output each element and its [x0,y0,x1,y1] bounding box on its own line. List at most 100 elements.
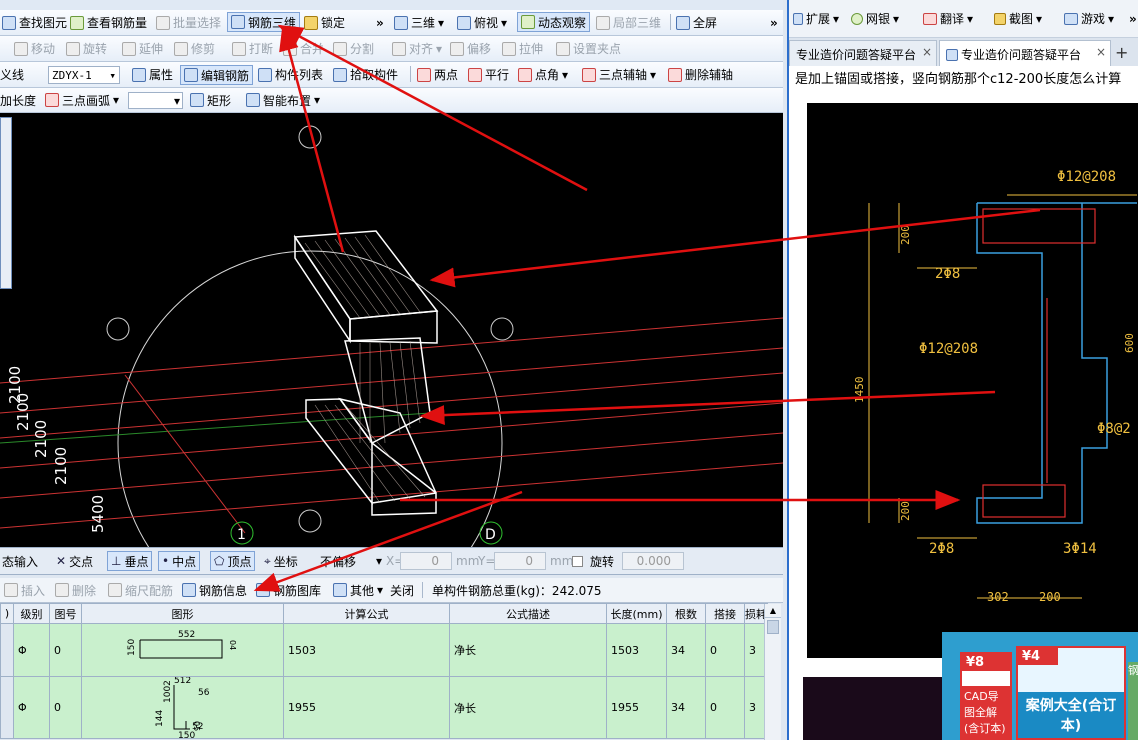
snap-intersection[interactable]: ✕ 交点 [56,548,93,574]
browser-tab-1[interactable]: 专业造价问题答疑平台 × [789,40,937,66]
x-coord-input[interactable]: 0 [400,552,452,570]
parallel-button[interactable]: 平行 [468,62,509,87]
grade-cell[interactable]: Φ [13,676,50,739]
table-scrollbar[interactable]: ▲ [764,604,781,740]
snap-midpoint[interactable]: • 中点 [158,551,201,571]
rotate-button[interactable]: 旋转 [66,36,107,61]
view-rebar-qty-button[interactable]: 查看钢筋量 [70,10,147,35]
rotate-angle-input[interactable]: 0.000 [622,552,684,570]
col-header[interactable]: 公式描述 [449,603,607,624]
three-point-axis-button[interactable]: 三点辅轴 ▾ [582,62,656,87]
dynamic-observe-button[interactable]: 动态观察 [517,12,591,32]
col-header[interactable]: 图形 [81,603,284,624]
set-grip-button[interactable]: 设置夹点 [556,36,621,61]
point-angle-button[interactable]: 点角 ▾ [518,62,568,87]
insert-button[interactable]: 插入 [4,578,45,602]
snap-vertex[interactable]: ⬠ 顶点 [210,551,256,571]
extend-button[interactable]: 延伸 [122,36,163,61]
col-header[interactable]: ) [0,603,14,624]
screenshot-button[interactable]: 截图 ▾ [994,0,1042,37]
table-row[interactable]: Φ 0 552 150 04 1503 净长 1503 34 0 3 [0,623,768,677]
figure-no-cell[interactable]: 0 [49,676,82,739]
length-cell[interactable]: 1503 [606,623,667,677]
toolbar1-end-chevron[interactable]: » [770,10,778,35]
col-header[interactable]: 图号 [49,603,82,624]
move-button[interactable]: 移动 [14,36,55,61]
col-header[interactable]: 计算公式 [283,603,450,624]
close-icon[interactable]: × [1096,45,1106,59]
desc-cell[interactable]: 净长 [449,623,607,677]
toolbar1-overflow-chevron[interactable]: » [376,10,384,35]
translate-button[interactable]: 翻译 ▾ [923,0,973,37]
scale-rebar-button[interactable]: 缩尺配筋 [108,578,173,602]
rectangle-button[interactable]: 矩形 [190,88,231,112]
delete-aux-axis-button[interactable]: 删除辅轴 [668,62,733,87]
ad-book-3[interactable]: 钢 [1128,662,1138,740]
fullscreen-button[interactable]: 全屏 [676,10,717,35]
pick-component-button[interactable]: 拾取构件 [333,62,398,87]
break-button[interactable]: 打断 [232,36,273,61]
3d-viewport[interactable]: 2100 2100 2100 2100 5400 1 D [0,113,783,547]
align-button[interactable]: 对齐 ▾ [392,36,442,61]
figure-no-cell[interactable]: 0 [49,623,82,677]
ad-book-2[interactable]: ¥4 案例大全(合订本) [1016,646,1126,740]
arc-option-combo[interactable]: ▾ [128,92,183,109]
offset-button[interactable]: 偏移 [450,36,491,61]
y-coord-input[interactable]: 0 [494,552,546,570]
col-header[interactable]: 级别 [13,603,50,624]
length-cell[interactable]: 1955 [606,676,667,739]
component-list-button[interactable]: 构件列表 [258,62,323,87]
smart-layout-button[interactable]: 智能布置 ▾ [246,88,320,112]
browser-tab-2[interactable]: 专业造价问题答疑平台 × [939,40,1111,66]
formula-cell[interactable]: 1955 [283,676,450,739]
local-3d-button[interactable]: 局部三维 [596,10,661,35]
count-cell[interactable]: 34 [666,676,706,739]
shape-cell[interactable]: 512 56 1002 144 05 52 150 [81,676,284,739]
new-tab-icon[interactable]: + [1115,43,1128,62]
online-banking-button[interactable]: 网银 ▾ [851,0,899,37]
col-header[interactable]: 长度(mm) [606,603,667,624]
grade-cell[interactable]: Φ [13,623,50,677]
desc-cell[interactable]: 净长 [449,676,607,739]
col-header[interactable]: 搭接 [705,603,745,624]
add-length-button[interactable]: 加长度 [0,88,36,112]
edit-rebar-button[interactable]: 编辑钢筋 [180,65,254,85]
rebar-library-button[interactable]: 钢筋图库 [256,578,321,602]
col-header[interactable]: 根数 [666,603,706,624]
close-button[interactable]: 关闭 [390,578,414,602]
lap-cell[interactable]: 0 [705,676,745,739]
rotate-checkbox[interactable] [572,548,583,574]
extensions-button[interactable]: 扩展 ▾ [793,0,839,37]
snap-coordinate[interactable]: ⌖ 坐标 [264,548,298,574]
stretch-button[interactable]: 拉伸 [502,36,543,61]
dynamic-input-toggle[interactable]: 态输入 [2,548,38,574]
count-cell[interactable]: 34 [666,623,706,677]
trim-button[interactable]: 修剪 [174,36,215,61]
split-button[interactable]: 分割 [333,36,374,61]
table-row[interactable]: Φ 0 512 56 1002 144 05 52 150 1955 净长 19… [0,676,768,739]
3d-view-dropdown[interactable]: 三维 ▾ [394,10,444,35]
find-element-button[interactable]: 查找图元 [2,10,67,35]
delete-button[interactable]: 删除 [55,578,96,602]
properties-button[interactable]: 属性 [132,62,173,87]
two-point-button[interactable]: 两点 [417,62,458,87]
scroll-thumb[interactable] [767,620,779,634]
close-icon[interactable]: × [922,45,932,59]
lap-cell[interactable]: 0 [705,623,745,677]
shape-cell[interactable]: 552 150 04 [81,623,284,677]
scroll-up-icon[interactable]: ▲ [765,604,781,618]
games-button[interactable]: 游戏 ▾ [1064,0,1114,37]
browser-overflow-chevron[interactable]: » [1129,0,1137,37]
top-view-dropdown[interactable]: 俯视 ▾ [457,10,507,35]
other-dropdown[interactable]: 其他 ▾ [333,578,383,602]
formula-cell[interactable]: 1503 [283,623,450,677]
offset-mode-combo[interactable]: 不偏移 ▾ [320,548,382,574]
three-point-arc-button[interactable]: 三点画弧 ▾ [45,88,119,112]
component-combo[interactable]: ZDYX-1 ▾ [48,66,120,84]
ad-banner[interactable]: ¥8 CAD导图全解(含订本) ¥4 案例大全(合订本) 钢 [942,632,1138,740]
rebar-info-button[interactable]: 钢筋信息 [182,578,247,602]
ad-book-1[interactable]: ¥8 CAD导图全解(含订本) [960,652,1012,740]
lock-button[interactable]: 锁定 [304,10,345,35]
batch-select-button[interactable]: 批量选择 [156,10,221,35]
snap-perpendicular[interactable]: ⊥ 垂点 [107,551,153,571]
